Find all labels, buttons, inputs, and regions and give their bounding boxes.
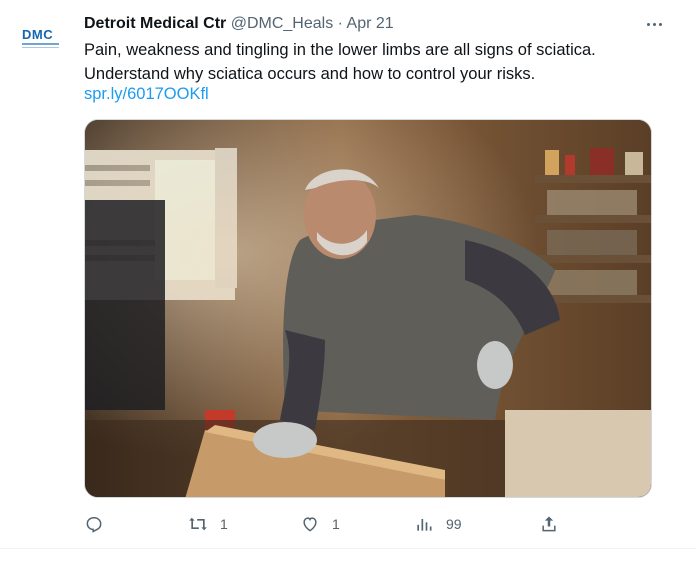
tweet-actions: 1 1 99: [84, 510, 564, 538]
avatar[interactable]: DMC: [22, 28, 66, 48]
tweet-text: Pain, weakness and tingling in the lower…: [84, 41, 596, 83]
author-handle[interactable]: @DMC_Heals: [231, 15, 333, 32]
like-button[interactable]: 1: [300, 510, 340, 538]
retweet-icon: [189, 517, 207, 531]
share-icon: [542, 516, 556, 532]
like-count: 1: [332, 516, 340, 532]
retweet-button[interactable]: 1: [188, 510, 228, 538]
separator-dot: ·: [337, 15, 343, 32]
heart-icon: [303, 517, 317, 532]
avatar-logo-line: [22, 43, 59, 45]
tweet-date[interactable]: Apr 21: [347, 15, 394, 32]
divider: [0, 548, 696, 549]
more-dots-icon[interactable]: [642, 12, 666, 36]
tweet-link[interactable]: spr.ly/6017OOKfl: [84, 82, 209, 106]
share-button[interactable]: [539, 510, 559, 538]
retweet-count: 1: [220, 516, 228, 532]
views-icon: [417, 519, 432, 531]
avatar-logo-text: DMC: [22, 27, 54, 42]
tweet[interactable]: DMC Detroit Medical Ctr @DMC_Heals · Apr…: [0, 0, 696, 561]
views-button[interactable]: 99: [414, 510, 462, 538]
tweet-image[interactable]: [84, 119, 652, 498]
avatar-logo-line: [22, 47, 59, 48]
reply-icon: [86, 517, 102, 533]
tweet-header: Detroit Medical Ctr @DMC_Heals · Apr 21: [84, 14, 394, 34]
author-name[interactable]: Detroit Medical Ctr: [84, 15, 226, 32]
views-count: 99: [446, 516, 462, 532]
workshop-photo: [85, 120, 651, 497]
reply-button[interactable]: [84, 510, 116, 538]
